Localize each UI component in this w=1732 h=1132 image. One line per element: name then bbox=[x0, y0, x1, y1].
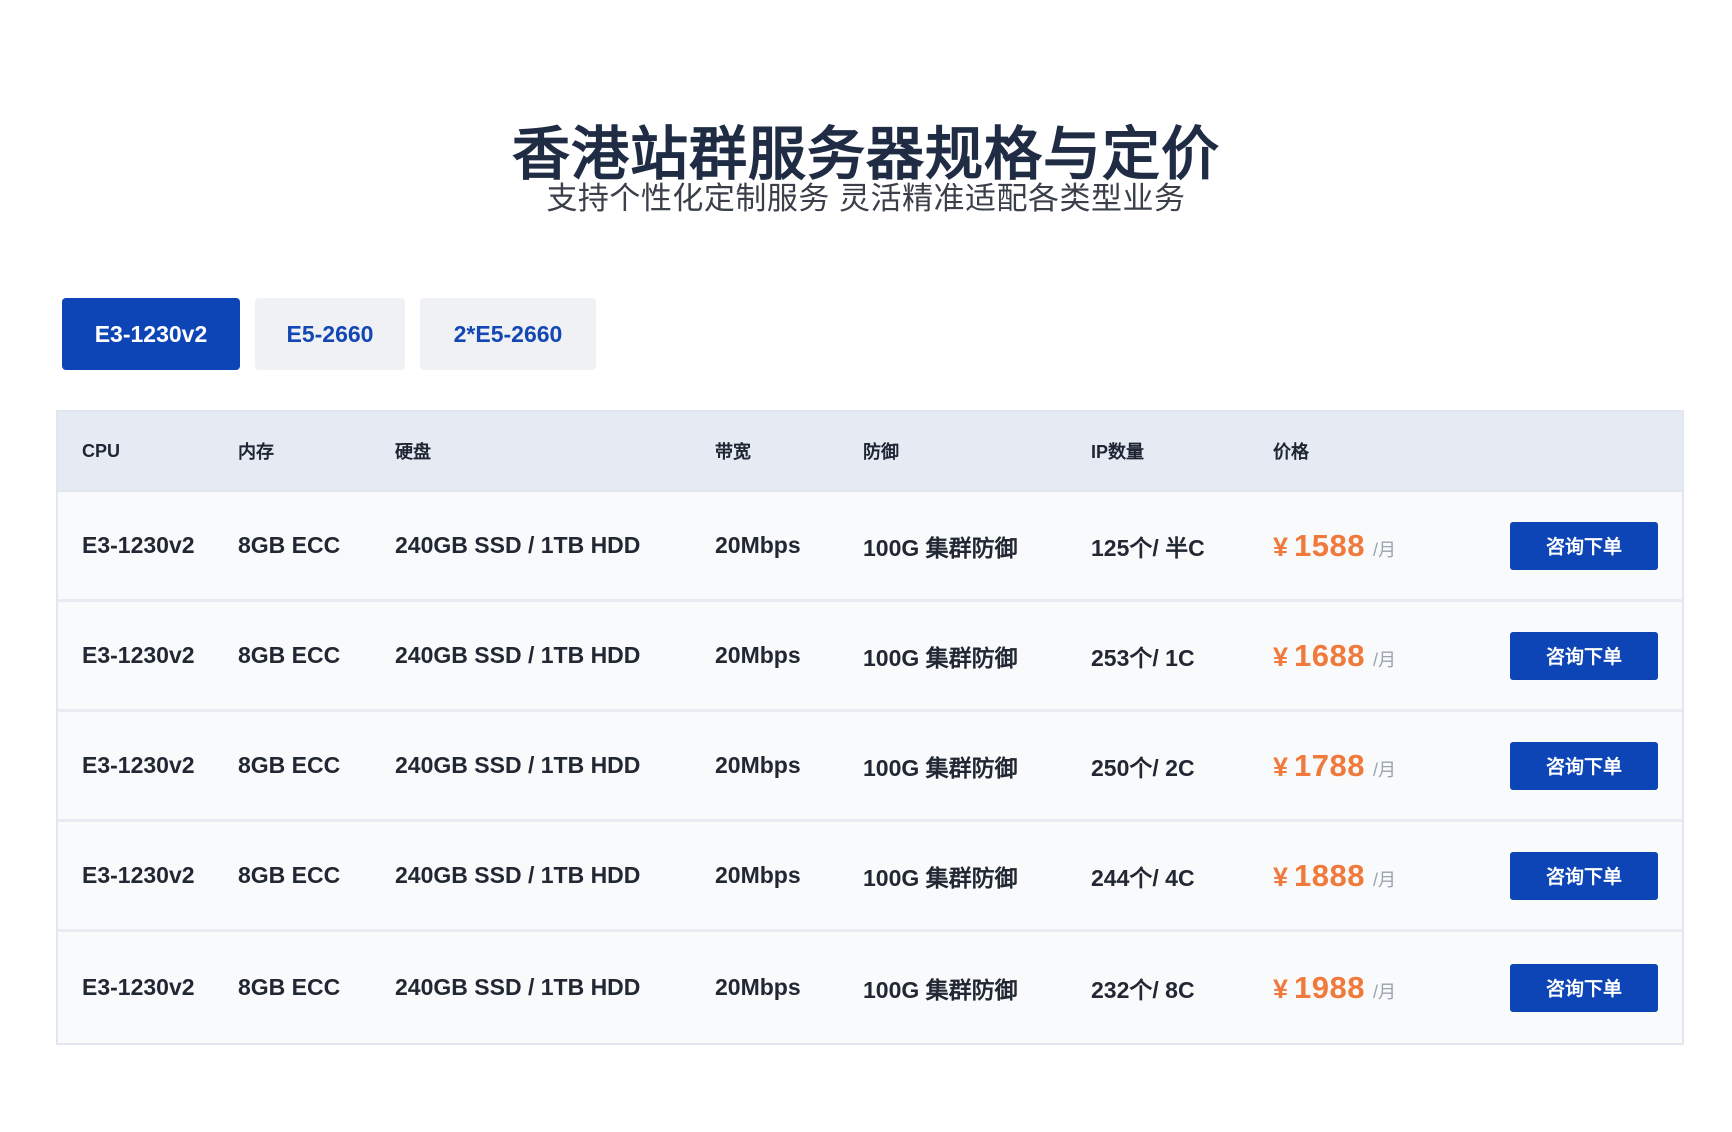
cell-ddos: 100G 集群防御 bbox=[863, 976, 1018, 1003]
price: ¥ 1988 /月 bbox=[1273, 970, 1483, 1006]
cell-disk: 240GB SSD / 1TB HDD bbox=[395, 752, 641, 778]
cell-ip: 253个/ 1C bbox=[1091, 644, 1195, 671]
price: ¥ 1588 /月 bbox=[1273, 528, 1483, 564]
cell-memory: 8GB ECC bbox=[238, 642, 341, 668]
cell-cpu: E3-1230v2 bbox=[82, 532, 195, 558]
cell-ip: 250个/ 2C bbox=[1091, 754, 1195, 781]
table-row: E3-1230v2 8GB ECC 240GB SSD / 1TB HDD 20… bbox=[58, 712, 1682, 822]
column-header-cpu: CPU bbox=[82, 440, 121, 461]
cell-action: 咨询下单 bbox=[1483, 963, 1682, 1012]
cell-ddos: 100G 集群防御 bbox=[863, 644, 1018, 671]
table-row: E3-1230v2 8GB ECC 240GB SSD / 1TB HDD 20… bbox=[58, 932, 1682, 1043]
cell-cpu: E3-1230v2 bbox=[82, 642, 195, 668]
table-header: CPU 内存 硬盘 带宽 防御 IP数量 价格 bbox=[58, 412, 1682, 492]
currency-symbol: ¥ bbox=[1273, 973, 1289, 1004]
column-header-bandwidth: 带宽 bbox=[715, 442, 751, 462]
cpu-tabs: E3-1230v2 E5-2660 2*E5-2660 bbox=[62, 298, 596, 370]
pricing-table: CPU 内存 硬盘 带宽 防御 IP数量 价格 E3-1230v2 8GB EC… bbox=[56, 410, 1684, 1045]
price-amount: 1988 bbox=[1294, 969, 1365, 1005]
cell-disk: 240GB SSD / 1TB HDD bbox=[395, 974, 641, 1000]
order-button[interactable]: 咨询下单 bbox=[1510, 963, 1658, 1012]
cell-bandwidth: 20Mbps bbox=[715, 752, 801, 778]
cell-action: 咨询下单 bbox=[1483, 631, 1682, 680]
column-header-disk: 硬盘 bbox=[395, 442, 431, 462]
cell-bandwidth: 20Mbps bbox=[715, 642, 801, 668]
price-amount: 1688 bbox=[1294, 637, 1365, 673]
tab-e5-2660[interactable]: E5-2660 bbox=[255, 298, 405, 370]
price-unit: /月 bbox=[1373, 869, 1397, 890]
tab-e3-1230v2[interactable]: E3-1230v2 bbox=[62, 298, 240, 370]
currency-symbol: ¥ bbox=[1273, 751, 1289, 782]
cell-action: 咨询下单 bbox=[1483, 851, 1682, 900]
cell-bandwidth: 20Mbps bbox=[715, 532, 801, 558]
price-amount: 1888 bbox=[1294, 857, 1365, 893]
table-row: E3-1230v2 8GB ECC 240GB SSD / 1TB HDD 20… bbox=[58, 602, 1682, 712]
column-header-ddos: 防御 bbox=[863, 442, 899, 462]
price: ¥ 1888 /月 bbox=[1273, 858, 1483, 894]
order-button[interactable]: 咨询下单 bbox=[1510, 521, 1658, 570]
page-subtitle: 支持个性化定制服务 灵活精准适配各类型业务 bbox=[546, 181, 1186, 216]
cell-bandwidth: 20Mbps bbox=[715, 974, 801, 1000]
currency-symbol: ¥ bbox=[1273, 531, 1289, 562]
cell-price: ¥ 1588 /月 bbox=[1273, 528, 1483, 564]
price: ¥ 1688 /月 bbox=[1273, 638, 1483, 674]
price-amount: 1588 bbox=[1294, 527, 1365, 563]
order-button[interactable]: 咨询下单 bbox=[1510, 631, 1658, 680]
price-amount: 1788 bbox=[1294, 747, 1365, 783]
cell-bandwidth: 20Mbps bbox=[715, 862, 801, 888]
cell-price: ¥ 1888 /月 bbox=[1273, 858, 1483, 894]
column-header-price: 价格 bbox=[1273, 442, 1309, 462]
cell-ip: 232个/ 8C bbox=[1091, 976, 1195, 1003]
currency-symbol: ¥ bbox=[1273, 641, 1289, 672]
cell-ddos: 100G 集群防御 bbox=[863, 864, 1018, 891]
cell-price: ¥ 1788 /月 bbox=[1273, 748, 1483, 784]
price-unit: /月 bbox=[1373, 649, 1397, 670]
cell-disk: 240GB SSD / 1TB HDD bbox=[395, 642, 641, 668]
cell-memory: 8GB ECC bbox=[238, 532, 341, 558]
price: ¥ 1788 /月 bbox=[1273, 748, 1483, 784]
cell-action: 咨询下单 bbox=[1483, 521, 1682, 570]
tab-2x-e5-2660[interactable]: 2*E5-2660 bbox=[420, 298, 596, 370]
order-button[interactable]: 咨询下单 bbox=[1510, 851, 1658, 900]
column-header-ip: IP数量 bbox=[1091, 442, 1145, 462]
table-row: E3-1230v2 8GB ECC 240GB SSD / 1TB HDD 20… bbox=[58, 492, 1682, 602]
cell-price: ¥ 1988 /月 bbox=[1273, 970, 1483, 1006]
cell-action: 咨询下单 bbox=[1483, 741, 1682, 790]
table-row: E3-1230v2 8GB ECC 240GB SSD / 1TB HDD 20… bbox=[58, 822, 1682, 932]
cell-cpu: E3-1230v2 bbox=[82, 862, 195, 888]
cell-ddos: 100G 集群防御 bbox=[863, 534, 1018, 561]
column-header-memory: 内存 bbox=[238, 442, 274, 462]
cell-ip: 125个/ 半C bbox=[1091, 534, 1205, 561]
price-unit: /月 bbox=[1373, 981, 1397, 1002]
cell-disk: 240GB SSD / 1TB HDD bbox=[395, 532, 641, 558]
cell-cpu: E3-1230v2 bbox=[82, 752, 195, 778]
cell-ip: 244个/ 4C bbox=[1091, 864, 1195, 891]
price-unit: /月 bbox=[1373, 759, 1397, 780]
price-unit: /月 bbox=[1373, 539, 1397, 560]
order-button[interactable]: 咨询下单 bbox=[1510, 741, 1658, 790]
cell-disk: 240GB SSD / 1TB HDD bbox=[395, 862, 641, 888]
cell-ddos: 100G 集群防御 bbox=[863, 754, 1018, 781]
currency-symbol: ¥ bbox=[1273, 861, 1289, 892]
cell-price: ¥ 1688 /月 bbox=[1273, 638, 1483, 674]
cell-memory: 8GB ECC bbox=[238, 974, 341, 1000]
cell-cpu: E3-1230v2 bbox=[82, 974, 195, 1000]
cell-memory: 8GB ECC bbox=[238, 752, 341, 778]
cell-memory: 8GB ECC bbox=[238, 862, 341, 888]
